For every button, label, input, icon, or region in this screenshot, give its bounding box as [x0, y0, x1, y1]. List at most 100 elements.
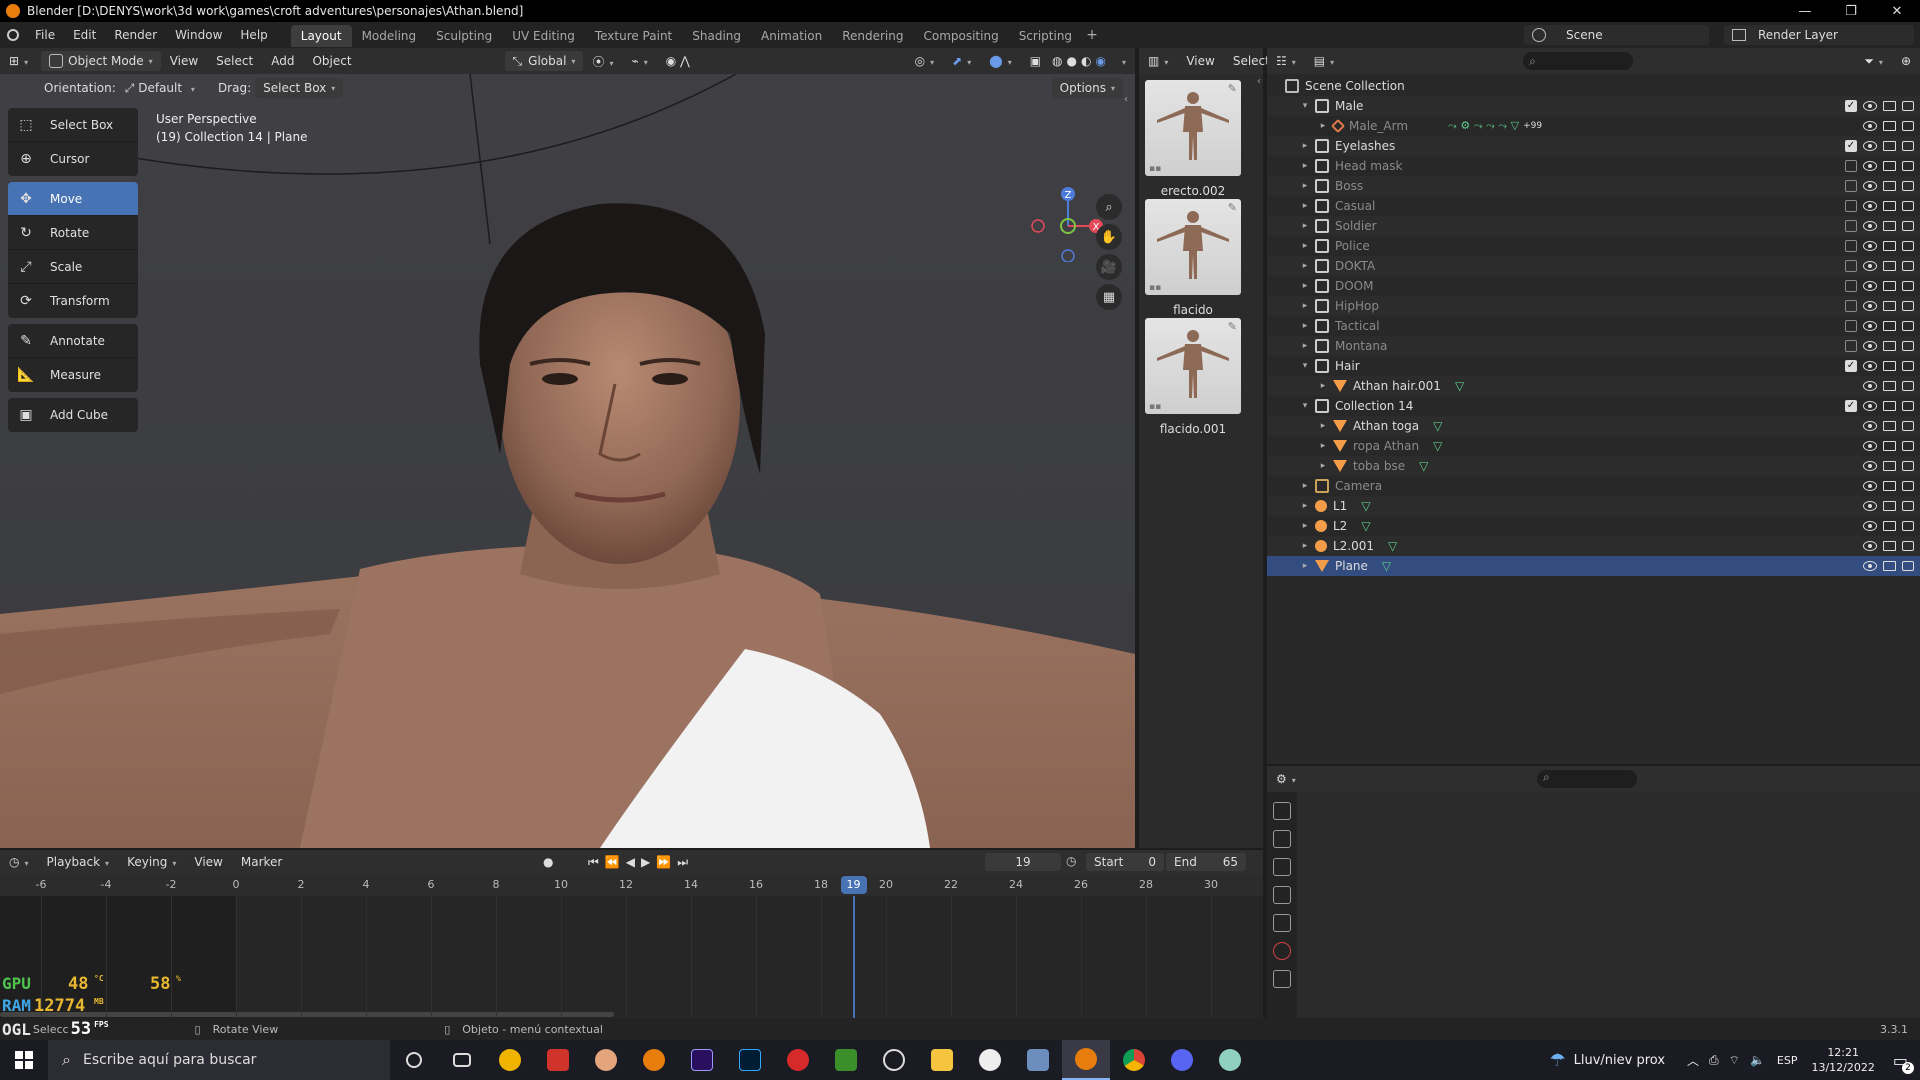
- expand-toggle-icon[interactable]: ▸: [1317, 381, 1329, 391]
- viewport-display-icon[interactable]: [1883, 381, 1896, 391]
- visibility-eye-icon[interactable]: [1863, 241, 1877, 251]
- expand-toggle-icon[interactable]: ▸: [1299, 221, 1311, 231]
- asset-edit-icon[interactable]: ✎: [1228, 201, 1237, 214]
- render-camera-icon[interactable]: [1902, 521, 1914, 531]
- expand-toggle-icon[interactable]: ▸: [1299, 341, 1311, 351]
- snap-icon[interactable]: ⌁ ▾: [622, 54, 656, 68]
- render-camera-icon[interactable]: [1902, 261, 1914, 271]
- app-icon-search-person[interactable]: [870, 1040, 918, 1080]
- notifications-icon[interactable]: ▭ 2: [1893, 1051, 1914, 1074]
- exclude-checkbox[interactable]: [1845, 180, 1857, 192]
- current-frame-field[interactable]: 19: [985, 853, 1061, 871]
- expand-toggle-icon[interactable]: ▸: [1317, 121, 1329, 131]
- visibility-eye-icon[interactable]: [1863, 341, 1877, 351]
- timeline[interactable]: -6 -4 -2 0 2 4 6 8 10 12 14 16 18 20 22 24 26 28 30 19: [0, 874, 1263, 1024]
- exclude-checkbox[interactable]: [1845, 220, 1857, 232]
- prev-key-icon[interactable]: ⏪: [605, 855, 626, 869]
- filter-icon[interactable]: ⏷ ▾: [1855, 54, 1892, 69]
- premiere-icon[interactable]: [678, 1040, 726, 1080]
- outliner-row[interactable]: ▸ Montana: [1267, 336, 1920, 356]
- asset-editor-type-icon[interactable]: ▥ ▾: [1139, 54, 1177, 68]
- render-tab-icon[interactable]: [1273, 830, 1291, 848]
- tab-shading[interactable]: Shading: [682, 25, 751, 47]
- exclude-checkbox[interactable]: [1845, 160, 1857, 172]
- shading-wireframe-icon[interactable]: ◍: [1050, 54, 1064, 68]
- tab-sculpting[interactable]: Sculpting: [426, 25, 502, 47]
- visibility-eye-icon[interactable]: [1863, 541, 1877, 551]
- visibility-eye-icon[interactable]: [1863, 121, 1877, 131]
- shading-material-icon[interactable]: ◐: [1079, 54, 1093, 68]
- taskbar-search-input[interactable]: ⌕ Escribe aquí para buscar: [48, 1040, 390, 1080]
- expand-toggle-icon[interactable]: ▸: [1317, 441, 1329, 451]
- tool-scale[interactable]: ⤢ Scale: [8, 250, 138, 284]
- app-icon-blender-old[interactable]: [630, 1040, 678, 1080]
- gizmo-neg-x[interactable]: [1031, 219, 1045, 233]
- mesh-data-icon[interactable]: ▽: [1361, 519, 1370, 533]
- tool-rotate[interactable]: ↻ Rotate: [8, 216, 138, 250]
- app-icon-character[interactable]: [582, 1040, 630, 1080]
- zoom-icon[interactable]: ⌕: [1096, 194, 1122, 220]
- playhead-frame-label[interactable]: 19: [840, 876, 867, 894]
- ortho-grid-icon[interactable]: ▦: [1096, 284, 1122, 310]
- exclude-checkbox[interactable]: ✓: [1845, 360, 1857, 372]
- options-dropdown[interactable]: Options ▾: [1051, 78, 1123, 98]
- frame-ruler[interactable]: -6 -4 -2 0 2 4 6 8 10 12 14 16 18 20 22 24 26 28 30 19: [0, 874, 1263, 896]
- world-tab-icon[interactable]: [1273, 942, 1291, 960]
- menu-render[interactable]: Render: [105, 22, 166, 48]
- mesh-data-icon[interactable]: ▽: [1388, 539, 1397, 553]
- tab-modeling[interactable]: Modeling: [352, 25, 427, 47]
- viewport-display-icon[interactable]: [1883, 221, 1896, 231]
- expand-toggle-icon[interactable]: ▸: [1299, 501, 1311, 511]
- exclude-checkbox[interactable]: ✓: [1845, 400, 1857, 412]
- start-frame-field[interactable]: Start 0: [1086, 853, 1164, 871]
- gizmo-toggle-icon[interactable]: ⬈ ▾: [943, 54, 980, 68]
- clock-icon[interactable]: ◷: [1066, 854, 1076, 868]
- outliner-row[interactable]: ▸ Camera: [1267, 476, 1920, 496]
- navigation-gizmo[interactable]: Z X: [1030, 182, 1110, 262]
- mesh-data-icon[interactable]: ▽: [1433, 439, 1442, 453]
- expand-toggle-icon[interactable]: ▸: [1299, 481, 1311, 491]
- viewport-display-icon[interactable]: [1883, 101, 1896, 111]
- app-icon-bird[interactable]: [1206, 1040, 1254, 1080]
- tab-uv-editing[interactable]: UV Editing: [502, 25, 585, 47]
- viewport-display-icon[interactable]: [1883, 461, 1896, 471]
- xray-icon[interactable]: ▣: [1021, 54, 1050, 68]
- render-camera-icon[interactable]: [1902, 101, 1914, 111]
- tool-annotate[interactable]: ✎ Annotate: [8, 324, 138, 358]
- visibility-eye-icon[interactable]: [1863, 261, 1877, 271]
- add-workspace-button[interactable]: +: [1086, 27, 1098, 43]
- properties-editor-type-icon[interactable]: ⚙ ▾: [1267, 772, 1305, 786]
- proportional-edit-icon[interactable]: ◉ ⋀: [657, 54, 699, 68]
- timeline-scrollbar[interactable]: [0, 1012, 614, 1017]
- viewport-display-icon[interactable]: [1883, 261, 1896, 271]
- render-camera-icon[interactable]: [1902, 221, 1914, 231]
- visibility-eye-icon[interactable]: [1863, 561, 1877, 571]
- expand-toggle-icon[interactable]: ▸: [1299, 261, 1311, 271]
- render-camera-icon[interactable]: [1902, 281, 1914, 291]
- asset-thumbnail[interactable]: ✎ ▪▪: [1145, 318, 1241, 414]
- render-camera-icon[interactable]: [1902, 341, 1914, 351]
- windows-start-button[interactable]: [0, 1040, 48, 1080]
- visibility-eye-icon[interactable]: [1863, 221, 1877, 231]
- file-explorer-icon[interactable]: [918, 1040, 966, 1080]
- visibility-eye-icon[interactable]: [1863, 161, 1877, 171]
- minimize-button[interactable]: —: [1782, 0, 1828, 22]
- word-icon[interactable]: [966, 1040, 1014, 1080]
- outliner-row[interactable]: ▸ Head mask: [1267, 156, 1920, 176]
- expand-toggle-icon[interactable]: ▸: [1299, 141, 1311, 151]
- viewport-display-icon[interactable]: [1883, 421, 1896, 431]
- asset-item[interactable]: ✎ ▪▪ erecto.002: [1141, 80, 1251, 198]
- pivot-point-icon[interactable]: ⦿ ▾: [583, 53, 622, 70]
- exclude-checkbox[interactable]: [1845, 280, 1857, 292]
- timeline-menu-keying[interactable]: Keying ▾: [118, 855, 185, 869]
- visibility-eye-icon[interactable]: [1863, 281, 1877, 291]
- expand-toggle-icon[interactable]: ▸: [1299, 301, 1311, 311]
- outliner-row[interactable]: ▸ Tactical: [1267, 316, 1920, 336]
- outliner-row[interactable]: ▸ L1 ▽: [1267, 496, 1920, 516]
- viewport-display-icon[interactable]: [1883, 401, 1896, 411]
- tab-scripting[interactable]: Scripting: [1009, 25, 1082, 47]
- weather-icon[interactable]: ☂: [1549, 1050, 1565, 1071]
- viewport-display-icon[interactable]: [1883, 121, 1896, 131]
- viewport-display-icon[interactable]: [1883, 201, 1896, 211]
- gizmo-neg-z[interactable]: [1061, 249, 1075, 262]
